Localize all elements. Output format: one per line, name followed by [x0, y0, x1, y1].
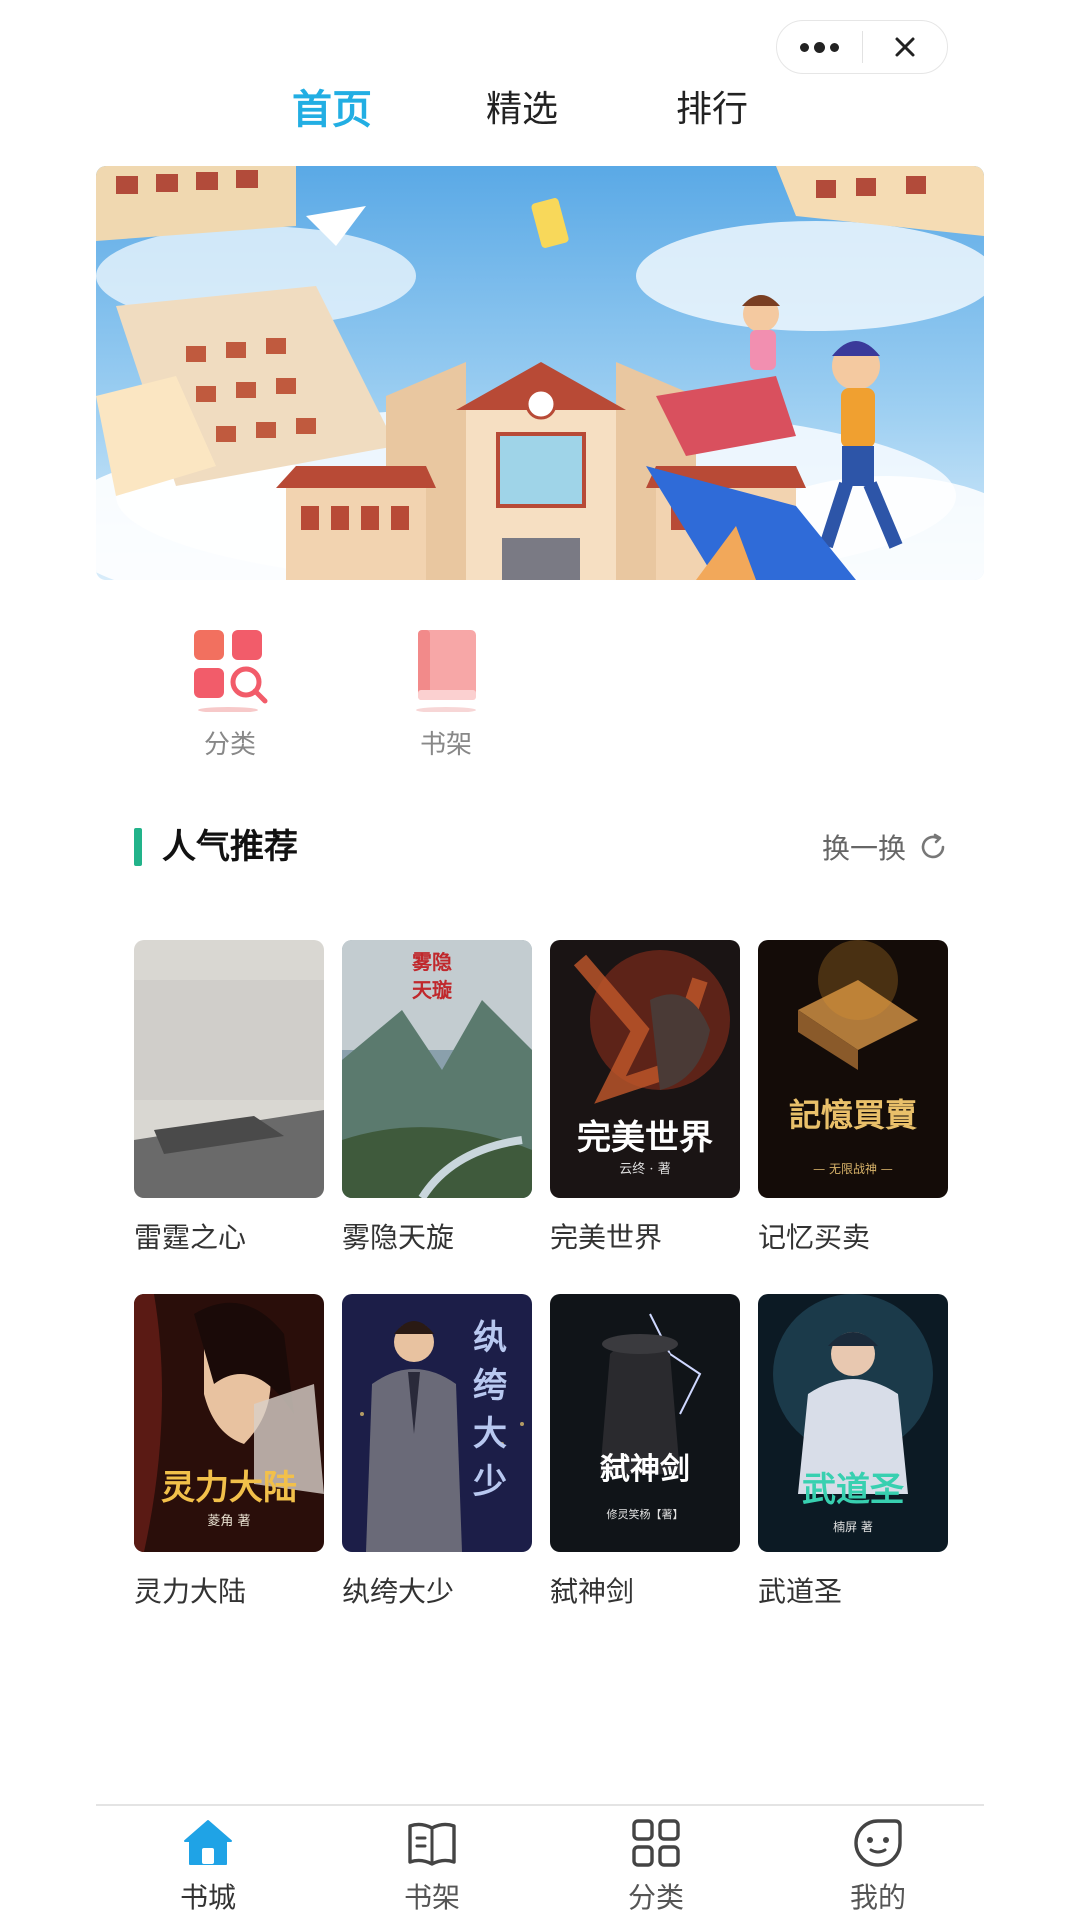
book-item[interactable]: 武道圣 楠屏 著 武道圣 [758, 1294, 948, 1610]
section-accent-bar [134, 828, 142, 866]
book-cover: 完美世界 云终 · 著 [550, 940, 740, 1198]
tab-ranking[interactable]: 排行 [676, 82, 748, 138]
book-cover: 纨绔大少 [342, 1294, 532, 1552]
quick-entry-bookshelf[interactable]: 书架 [396, 626, 496, 761]
cover-title: 纨绔大少 [473, 1318, 507, 1502]
tabbar-bookshelf-label: 书架 [403, 1881, 460, 1914]
quick-entry-category[interactable]: 分类 [180, 626, 280, 761]
miniprogram-capsule [776, 20, 948, 74]
quick-entry-bookshelf-label: 书架 [419, 730, 472, 760]
book-title: 雷霆之心 [134, 1221, 247, 1254]
book-title: 纨绔大少 [342, 1575, 455, 1608]
book-cover: 弑神剑 修灵笑杨【著】 [550, 1294, 740, 1552]
book-item[interactable]: 灵力大陆 菱角 著 灵力大陆 [134, 1294, 324, 1610]
tabbar-mine[interactable]: 我的 [808, 1816, 948, 1916]
cover-author: — 无限战神 — [813, 1162, 893, 1176]
book-title: 武道圣 [758, 1575, 843, 1608]
open-book-icon [408, 1822, 456, 1866]
book-title: 记忆买卖 [758, 1221, 871, 1254]
book-cover: 武道圣 楠屏 著 [758, 1294, 948, 1552]
refresh-button[interactable]: 换一换 [822, 820, 948, 874]
book-item[interactable]: 記憶買賣 — 无限战神 — 记忆买卖 [758, 940, 948, 1256]
refresh-icon [921, 833, 945, 859]
book-title: 弑神剑 [550, 1575, 635, 1608]
book-title: 灵力大陆 [134, 1575, 247, 1608]
book-cover: 雾隐天璇 [342, 940, 532, 1198]
close-button[interactable] [863, 21, 948, 73]
tabbar-mine-label: 我的 [849, 1881, 906, 1914]
close-icon [895, 37, 915, 57]
book-title: 雾隐天旋 [342, 1221, 455, 1254]
cover-title: 灵力大陆 [161, 1468, 297, 1508]
book-title: 完美世界 [550, 1221, 663, 1254]
book-cover: 灵力大陆 菱角 著 [134, 1294, 324, 1552]
book-item[interactable]: 雾隐天璇 雾隐天旋 [342, 940, 532, 1256]
home-icon [184, 1820, 232, 1865]
more-button[interactable] [777, 21, 862, 73]
smiley-face-icon [854, 1819, 902, 1867]
cover-title: 完美世界 [577, 1118, 713, 1158]
tabbar-bookshelf[interactable]: 书架 [362, 1816, 502, 1916]
grid-icon [632, 1819, 680, 1867]
tabbar-bookstore[interactable]: 书城 [138, 1816, 278, 1916]
book-item[interactable]: 弑神剑 修灵笑杨【著】 弑神剑 [550, 1294, 740, 1610]
book-item[interactable]: 雷霆之心 [134, 940, 324, 1256]
section-title: 人气推荐 [162, 827, 298, 867]
promo-banner[interactable] [96, 166, 984, 580]
cover-author: 云终 · 著 [619, 1162, 671, 1177]
quick-entry-category-label: 分类 [203, 730, 256, 760]
tabbar-category-label: 分类 [627, 1881, 684, 1914]
book-cover: 記憶買賣 — 无限战神 — [758, 940, 948, 1198]
cover-author: 菱角 著 [207, 1514, 251, 1529]
school-illustration [96, 166, 984, 580]
cover-author: 楠屏 著 [833, 1520, 873, 1534]
bookshelf-icon [416, 630, 476, 713]
category-search-icon [194, 630, 268, 713]
cover-title: 武道圣 [802, 1470, 904, 1510]
tab-home[interactable]: 首页 [292, 82, 372, 138]
book-cover [134, 940, 324, 1198]
tabbar-category[interactable]: 分类 [586, 1816, 726, 1916]
book-item[interactable]: 完美世界 云终 · 著 完美世界 [550, 940, 740, 1256]
cover-title: 雾隐天璇 [412, 950, 452, 1002]
more-dots-icon [799, 41, 839, 53]
tabbar-divider [96, 1804, 984, 1806]
refresh-label: 换一换 [821, 832, 906, 865]
book-item[interactable]: 纨绔大少 纨绔大少 [342, 1294, 532, 1610]
cover-title: 弑神剑 [600, 1452, 690, 1487]
tabbar-bookstore-label: 书城 [179, 1881, 236, 1914]
tab-featured[interactable]: 精选 [486, 82, 558, 138]
cover-title: 記憶買賣 [788, 1096, 917, 1134]
popular-section-header: 人气推荐 换一换 [134, 820, 948, 874]
cover-author: 修灵笑杨【著】 [606, 1508, 684, 1521]
top-tab-bar: 首页 精选 排行 [0, 82, 1080, 142]
